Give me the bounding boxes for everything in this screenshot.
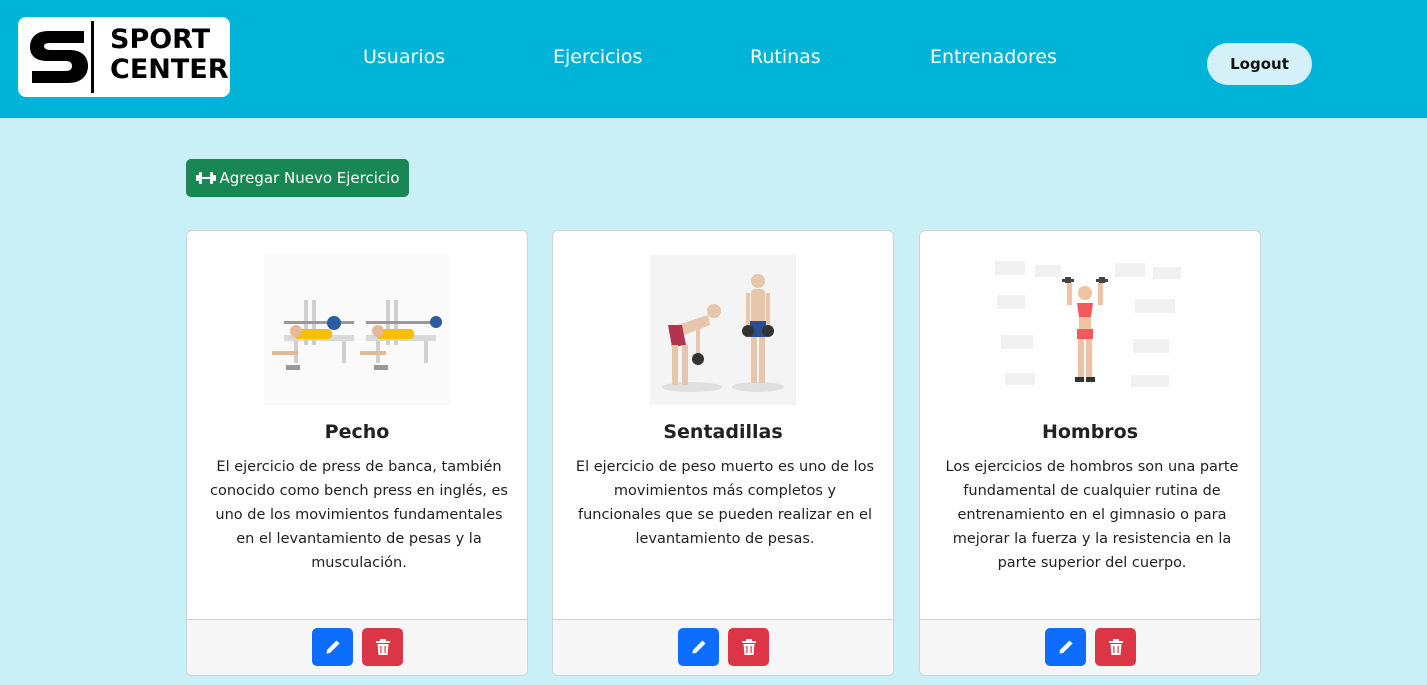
exercise-card-pecho: Pecho El ejercicio de press de banca, ta… [186,230,528,676]
add-exercise-button[interactable]: Agregar Nuevo Ejercicio [186,159,409,197]
nav-item-entrenadores[interactable]: Entrenadores [930,46,1057,70]
dumbbell-icon [195,172,216,184]
pencil-icon [692,640,705,654]
logo-s-icon [30,31,88,83]
logo-wordmark: SPORT CENTER [110,24,229,85]
delete-button[interactable] [362,628,403,666]
exercise-description: Los ejercicios de hombros son una parte … [945,459,1239,571]
sport-center-logo[interactable]: SPORT CENTER [18,17,230,97]
logout-button[interactable]: Logout [1207,43,1312,85]
delete-button[interactable] [728,628,769,666]
exercise-card-hombros: Hombros Los ejercicios de hombros son un… [919,230,1261,676]
nav-item-ejercicios[interactable]: Ejercicios [553,46,642,70]
card-footer [187,619,527,675]
nav-item-usuarios[interactable]: Usuarios [363,46,445,70]
pencil-icon [1059,640,1072,654]
logo-line-2: CENTER [110,54,229,85]
pencil-icon [326,640,339,654]
exercise-title: Sentadillas [663,421,783,443]
bench-press-illustration [264,255,450,405]
delete-button[interactable] [1095,628,1136,666]
deadlift-illustration [650,255,796,405]
top-navbar: SPORT CENTER Usuarios Ejercicios Rutinas… [0,0,1427,118]
exercise-card-sentadillas: Sentadillas El ejercicio de peso muerto … [552,230,894,676]
trash-icon [741,639,756,655]
nav-item-rutinas[interactable]: Rutinas [750,46,821,70]
exercise-title: Hombros [1041,421,1139,443]
exercise-description: El ejercicio de peso muerto es uno de lo… [575,459,875,547]
edit-button[interactable] [312,628,353,666]
edit-button[interactable] [678,628,719,666]
trash-icon [1108,639,1123,655]
card-footer [920,619,1260,675]
card-footer [553,619,893,675]
shoulder-press-illustration [985,255,1195,405]
trash-icon [375,639,390,655]
exercise-title: Pecho [324,421,390,443]
add-exercise-label: Agregar Nuevo Ejercicio [219,169,400,187]
edit-button[interactable] [1045,628,1086,666]
logo-divider [91,21,94,93]
logo-line-1: SPORT [110,24,211,55]
exercise-description: El ejercicio de press de banca, también … [210,459,508,571]
